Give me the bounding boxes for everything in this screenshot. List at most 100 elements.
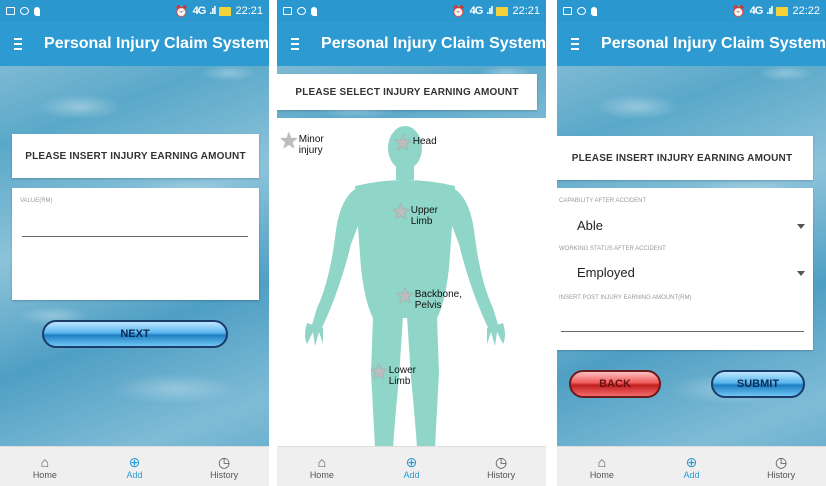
home-icon: ⌂ bbox=[597, 453, 607, 470]
point-label-2: Limb bbox=[388, 376, 411, 387]
nav-history[interactable]: ◷ History bbox=[194, 454, 254, 480]
working-label: WORKING STATUS AFTER ACCIDENT bbox=[559, 246, 666, 252]
alarm-icon: ⏰ bbox=[731, 5, 746, 18]
battery-icon bbox=[776, 6, 789, 16]
battery-icon bbox=[496, 6, 509, 16]
location-icon bbox=[591, 6, 597, 16]
star-icon: ★ bbox=[369, 359, 389, 384]
clock: 22:22 bbox=[792, 5, 820, 17]
post-earning-label: INSERT POST INJURY EARNING AMOUNT(RM) bbox=[559, 295, 692, 301]
nav-add-label: Add bbox=[126, 469, 143, 480]
network-label: 4G bbox=[749, 5, 764, 17]
location-icon bbox=[34, 6, 40, 16]
add-circle-icon: ⊕ bbox=[405, 453, 418, 470]
app-bar: Personal Injury Claim System bbox=[557, 22, 826, 66]
capability-label: CAPABILITY AFTER ACCIDENT bbox=[559, 198, 647, 204]
app-icon bbox=[297, 7, 306, 15]
notification-icon bbox=[283, 7, 292, 15]
value-input[interactable] bbox=[22, 212, 248, 234]
chevron-down-icon[interactable] bbox=[797, 224, 805, 229]
network-label: 4G bbox=[192, 5, 207, 17]
point-backbone-pelvis[interactable]: ★ Backbone, Pelvis bbox=[395, 283, 462, 312]
history-icon: ◷ bbox=[218, 453, 231, 470]
nav-home-label: Home bbox=[589, 469, 614, 480]
point-head[interactable]: ★ Head bbox=[393, 132, 437, 154]
human-body-figure bbox=[305, 126, 505, 446]
signal-icon: .ıl bbox=[766, 5, 773, 17]
app-title: Personal Injury Claim System bbox=[321, 35, 546, 52]
post-earning-input[interactable] bbox=[561, 308, 804, 330]
back-button[interactable]: BACK bbox=[569, 370, 661, 398]
value-label: VALUE(RM) bbox=[20, 198, 53, 204]
form-card: CAPABILITY AFTER ACCIDENT Able WORKING S… bbox=[557, 188, 813, 350]
app-icon bbox=[577, 7, 586, 15]
home-icon: ⌂ bbox=[40, 453, 50, 470]
history-icon: ◷ bbox=[775, 453, 788, 470]
home-icon: ⌂ bbox=[317, 453, 327, 470]
bottom-nav: ⌂ Home ⊕ Add ◷ History bbox=[0, 446, 269, 486]
nav-add[interactable]: ⊕ Add bbox=[661, 454, 721, 480]
alarm-icon: ⏰ bbox=[174, 5, 189, 18]
card-title: PLEASE INSERT INJURY EARNING AMOUNT bbox=[571, 152, 793, 164]
nav-home-label: Home bbox=[32, 469, 57, 480]
nav-home[interactable]: ⌂ Home bbox=[15, 454, 75, 480]
alarm-icon: ⏰ bbox=[451, 5, 466, 18]
notification-icon bbox=[6, 7, 15, 15]
history-icon: ◷ bbox=[495, 453, 508, 470]
point-lower-limb[interactable]: ★ Lower Limb bbox=[369, 359, 416, 388]
point-label-2: Limb bbox=[410, 216, 433, 227]
menu-icon[interactable] bbox=[14, 38, 23, 50]
screen-insert-amount: ⏰ 4G .ıl 22:21 Personal Injury Claim Sys… bbox=[0, 0, 269, 486]
add-circle-icon: ⊕ bbox=[685, 453, 698, 470]
app-title: Personal Injury Claim System bbox=[601, 35, 826, 52]
app-bar: Personal Injury Claim System bbox=[277, 22, 546, 66]
point-label-1: Head bbox=[412, 136, 437, 147]
next-button[interactable]: NEXT bbox=[42, 320, 228, 348]
notification-icon bbox=[563, 7, 572, 15]
nav-home[interactable]: ⌂ Home bbox=[292, 454, 352, 480]
app-icon bbox=[20, 7, 29, 15]
signal-icon: .ıl bbox=[486, 5, 493, 17]
nav-add[interactable]: ⊕ Add bbox=[104, 454, 164, 480]
status-bar: ⏰ 4G .ıl 22:21 bbox=[0, 0, 269, 22]
value-underline bbox=[22, 236, 248, 237]
card-title: PLEASE SELECT INJURY EARNING AMOUNT bbox=[295, 86, 519, 98]
add-circle-icon: ⊕ bbox=[128, 453, 141, 470]
point-label-1: Upper bbox=[410, 205, 438, 216]
status-bar: ⏰ 4G .ıl 22:22 bbox=[557, 0, 826, 22]
working-status-select[interactable]: Employed bbox=[577, 265, 635, 280]
point-label-1: Backbone, bbox=[414, 289, 462, 300]
point-upper-limb[interactable]: ★ Upper Limb bbox=[391, 201, 438, 228]
chevron-down-icon[interactable] bbox=[797, 271, 805, 276]
card-title: PLEASE INSERT INJURY EARNING AMOUNT bbox=[25, 150, 246, 162]
post-earning-underline bbox=[561, 331, 804, 332]
point-label-2: Pelvis bbox=[414, 300, 442, 311]
point-label-2: injury bbox=[298, 145, 323, 156]
signal-icon: .ıl bbox=[209, 5, 216, 17]
nav-add[interactable]: ⊕ Add bbox=[381, 454, 441, 480]
star-icon: ★ bbox=[279, 128, 299, 153]
menu-icon[interactable] bbox=[291, 38, 300, 50]
title-card: PLEASE INSERT INJURY EARNING AMOUNT bbox=[557, 136, 813, 180]
menu-icon[interactable] bbox=[571, 38, 580, 50]
nav-home[interactable]: ⌂ Home bbox=[572, 454, 632, 480]
status-bar: ⏰ 4G .ıl 22:21 bbox=[277, 0, 546, 22]
nav-history-label: History bbox=[487, 469, 516, 480]
body-map-panel: ★ Minor injury ★ Head ★ Upper Limb ★ Backb… bbox=[277, 118, 546, 446]
app-bar: Personal Injury Claim System bbox=[0, 22, 269, 66]
capability-select[interactable]: Able bbox=[577, 218, 603, 233]
screen-post-injury: ⏰ 4G .ıl 22:22 Personal Injury Claim Sys… bbox=[557, 0, 826, 486]
nav-history-label: History bbox=[767, 469, 796, 480]
bottom-nav: ⌂ Home ⊕ Add ◷ History bbox=[277, 446, 546, 486]
point-minor-injury[interactable]: ★ Minor injury bbox=[279, 128, 324, 157]
app-title: Personal Injury Claim System bbox=[44, 35, 269, 52]
nav-add-label: Add bbox=[683, 469, 700, 480]
clock: 22:21 bbox=[512, 5, 540, 17]
point-label-1: Lower bbox=[388, 365, 416, 376]
star-icon: ★ bbox=[395, 283, 415, 308]
network-label: 4G bbox=[469, 5, 484, 17]
nav-history[interactable]: ◷ History bbox=[471, 454, 531, 480]
location-icon bbox=[311, 6, 317, 16]
nav-history[interactable]: ◷ History bbox=[751, 454, 811, 480]
submit-button[interactable]: SUBMIT bbox=[711, 370, 805, 398]
